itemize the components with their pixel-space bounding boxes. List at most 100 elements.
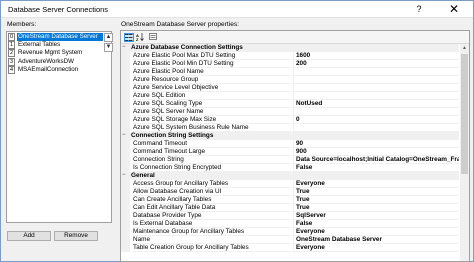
- property-name: Azure SQL Storage Max Size: [133, 116, 291, 124]
- property-value[interactable]: 0: [293, 116, 459, 124]
- row-gutter: [121, 108, 130, 116]
- member-item[interactable]: 2 Revenue Mgmt System: [7, 49, 103, 58]
- property-value[interactable]: [293, 92, 459, 100]
- row-gutter: [121, 76, 130, 84]
- property-value[interactable]: 900: [293, 148, 459, 156]
- collapse-icon[interactable]: −: [122, 172, 126, 180]
- move-down-icon[interactable]: ▼: [104, 43, 113, 52]
- window-title: Database Server Connections: [8, 5, 109, 14]
- property-name: Command Timeout Large: [133, 148, 291, 156]
- property-row[interactable]: Connection String Data Source=localhost;I…: [121, 156, 459, 164]
- property-value[interactable]: Data Source=localhost;Initial Catalog=On…: [293, 156, 459, 164]
- row-gutter: [121, 228, 130, 236]
- scroll-up-icon[interactable]: ▲: [460, 44, 469, 53]
- close-button[interactable]: ✕: [447, 2, 461, 16]
- row-gutter: [121, 148, 130, 156]
- property-row[interactable]: Azure Elastic Pool Name: [121, 68, 459, 76]
- property-row[interactable]: Database Provider Type SqlServer: [121, 212, 459, 220]
- category-header[interactable]: − General: [121, 172, 459, 180]
- property-name: Azure Elastic Pool Name: [133, 68, 291, 76]
- member-item[interactable]: 3 AdventureWorksDW: [7, 57, 103, 66]
- property-value[interactable]: [293, 124, 459, 132]
- property-row[interactable]: Table Creation Group for Ancillary Table…: [121, 244, 459, 252]
- property-row[interactable]: Maintenance Group for Ancillary Tables Ev…: [121, 228, 459, 236]
- property-row[interactable]: Command Timeout 90: [121, 140, 459, 148]
- property-value[interactable]: Everyone: [293, 180, 459, 188]
- property-value[interactable]: False: [293, 164, 459, 172]
- property-row[interactable]: Name OneStream Database Server: [121, 236, 459, 244]
- property-row[interactable]: Is External Database False: [121, 220, 459, 228]
- row-gutter: [121, 212, 130, 220]
- property-name: Azure SQL Scaling Type: [133, 100, 291, 108]
- help-button[interactable]: ?: [414, 4, 424, 14]
- property-row[interactable]: Azure Elastic Pool Min DTU Setting 200: [121, 60, 459, 68]
- property-row[interactable]: Azure Service Level Objective: [121, 84, 459, 92]
- property-row[interactable]: Azure SQL System Business Rule Name: [121, 124, 459, 132]
- property-value[interactable]: [293, 76, 459, 84]
- member-index: 4: [8, 65, 15, 74]
- property-row[interactable]: Is Connection String Encrypted False: [121, 164, 459, 172]
- property-row[interactable]: Allow Database Creation via UI True: [121, 188, 459, 196]
- property-value[interactable]: 200: [293, 60, 459, 68]
- property-row[interactable]: Azure SQL Server Name: [121, 108, 459, 116]
- move-up-icon[interactable]: ▲: [104, 33, 113, 42]
- members-reorder-controls: ▲ ▼: [104, 32, 113, 70]
- property-value[interactable]: True: [293, 204, 459, 212]
- property-value[interactable]: NotUsed: [293, 100, 459, 108]
- member-item[interactable]: 1 External Tables: [7, 41, 103, 50]
- collapse-icon[interactable]: −: [122, 132, 126, 140]
- property-row[interactable]: Azure SQL Edition: [121, 92, 459, 100]
- category-header[interactable]: − Azure Database Connection Settings: [121, 44, 459, 52]
- property-row[interactable]: Access Group for Ancillary Tables Everyon…: [121, 180, 459, 188]
- remove-button[interactable]: Remove: [54, 231, 98, 241]
- property-name: Azure Elastic Pool Min DTU Setting: [133, 60, 291, 68]
- property-name: Azure SQL Server Name: [133, 108, 291, 116]
- property-row[interactable]: Azure Resource Group: [121, 76, 459, 84]
- property-row[interactable]: Can Create Ancillary Tables True: [121, 196, 459, 204]
- property-value[interactable]: SqlServer: [293, 212, 459, 220]
- property-pages-icon[interactable]: [148, 33, 158, 42]
- row-gutter: [121, 180, 130, 188]
- property-value[interactable]: [293, 108, 459, 116]
- collapse-icon[interactable]: −: [122, 44, 126, 52]
- row-gutter: [121, 220, 130, 228]
- scroll-thumb[interactable]: [461, 54, 468, 174]
- property-value[interactable]: [293, 68, 459, 76]
- row-gutter: [121, 92, 130, 100]
- property-name: Command Timeout: [133, 140, 291, 148]
- property-value[interactable]: Everyone: [293, 244, 459, 252]
- property-value[interactable]: True: [293, 196, 459, 204]
- row-gutter: [121, 140, 130, 148]
- property-value[interactable]: [293, 84, 459, 92]
- member-item[interactable]: 4 MSAEmailConnection: [7, 65, 103, 74]
- add-button[interactable]: Add: [7, 231, 51, 241]
- category-label: Connection String Settings: [131, 132, 214, 139]
- property-row[interactable]: Azure SQL Scaling Type NotUsed: [121, 100, 459, 108]
- row-gutter: [121, 196, 130, 204]
- members-list[interactable]: 0 OneStream Database Server 1 External Tabl…: [6, 31, 113, 223]
- property-value[interactable]: True: [293, 188, 459, 196]
- member-item[interactable]: 0 OneStream Database Server: [7, 33, 103, 41]
- property-value[interactable]: 1600: [293, 52, 459, 60]
- members-label: Members:: [7, 21, 37, 28]
- property-value[interactable]: 90: [293, 140, 459, 148]
- row-gutter: [121, 124, 130, 132]
- category-header[interactable]: − Connection String Settings: [121, 132, 459, 140]
- property-value[interactable]: Everyone: [293, 228, 459, 236]
- categorized-icon[interactable]: [124, 33, 134, 42]
- property-row[interactable]: Can Edit Ancillary Table Data True: [121, 204, 459, 212]
- properties-label: OneStream Database Server properties:: [121, 21, 240, 28]
- alphabetical-icon[interactable]: AZ: [135, 33, 145, 42]
- property-value[interactable]: False: [293, 220, 459, 228]
- row-gutter: [121, 156, 130, 164]
- property-name: Azure Resource Group: [133, 76, 291, 84]
- property-row[interactable]: Azure Elastic Pool Max DTU Setting 1600: [121, 52, 459, 60]
- property-name: Azure SQL System Business Rule Name: [133, 124, 291, 132]
- member-label: OneStream Database Server: [17, 33, 103, 41]
- property-value[interactable]: OneStream Database Server: [293, 236, 459, 244]
- property-row[interactable]: Azure SQL Storage Max Size 0: [121, 116, 459, 124]
- property-name: Maintenance Group for Ancillary Tables: [133, 228, 291, 236]
- property-scrollbar[interactable]: ▲: [460, 44, 469, 261]
- property-row[interactable]: Command Timeout Large 900: [121, 148, 459, 156]
- property-name: Azure Elastic Pool Max DTU Setting: [133, 52, 291, 60]
